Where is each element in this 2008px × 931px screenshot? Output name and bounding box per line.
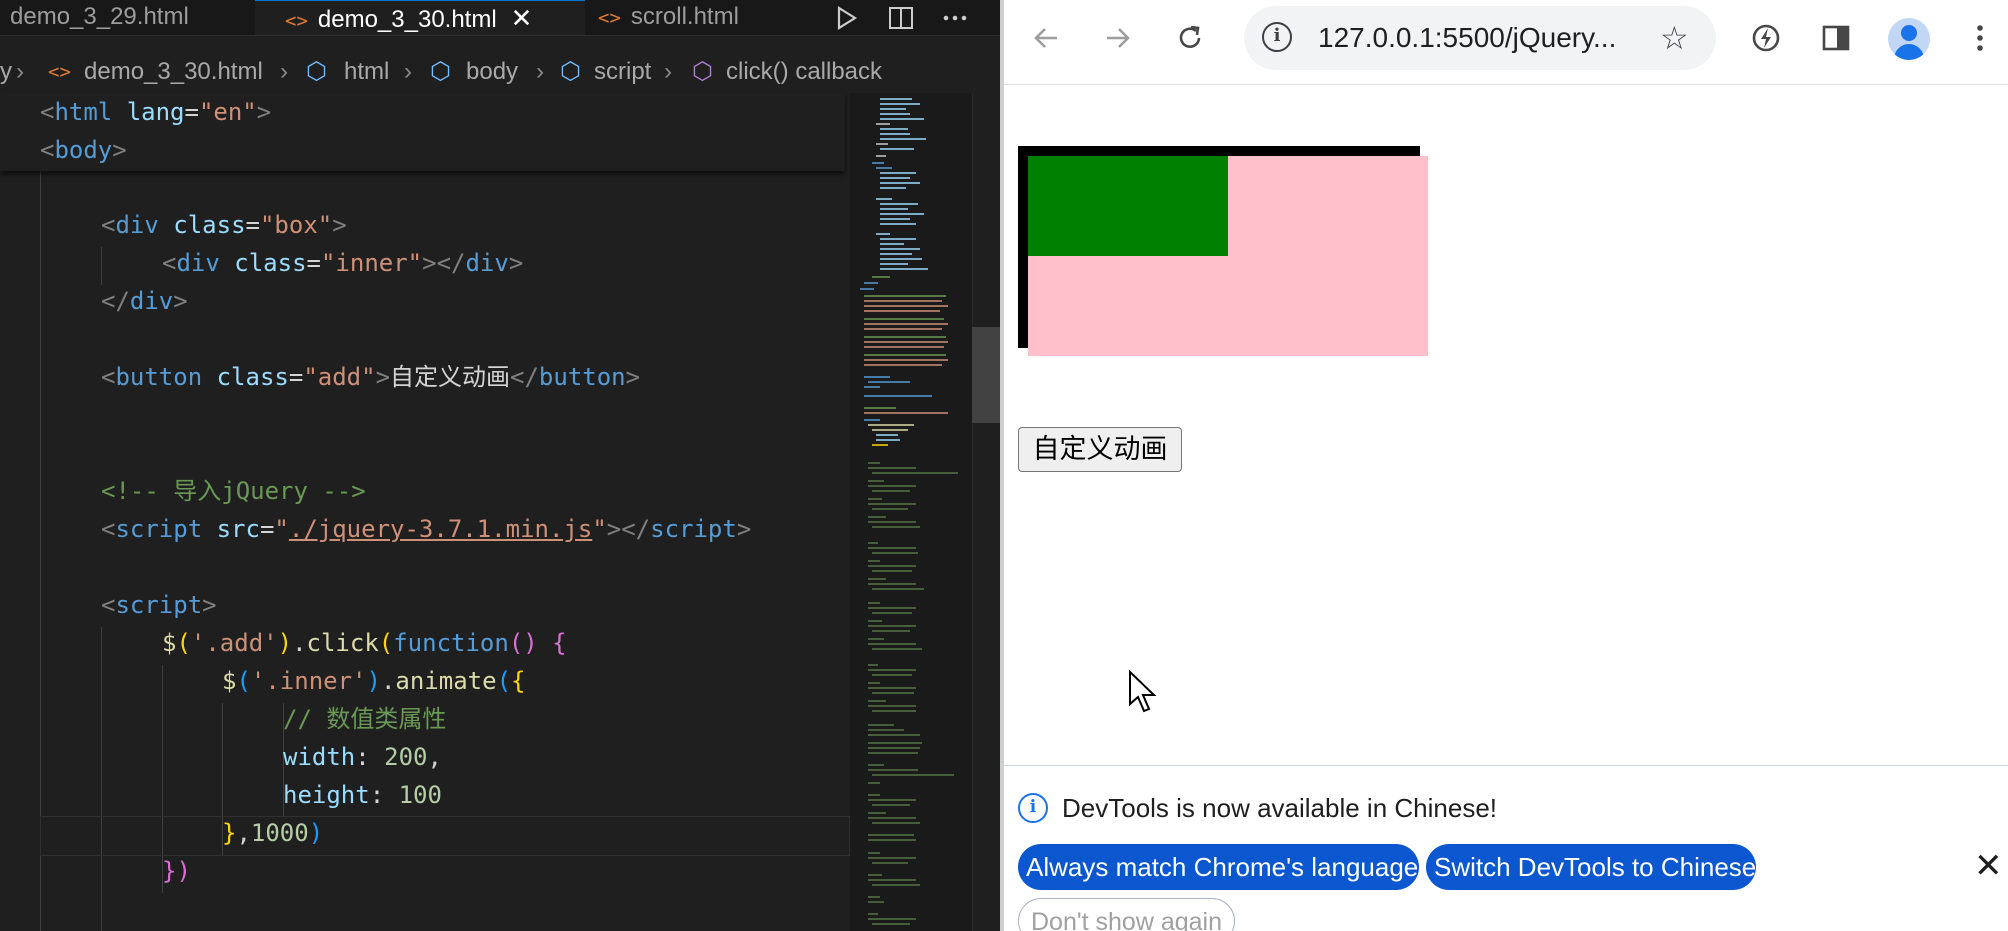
sticky-line-body[interactable]: <body>: [40, 131, 127, 169]
chevron-right-icon: ›: [16, 58, 24, 85]
code-line[interactable]: // 数值类属性: [283, 700, 446, 738]
editor-scrollbar-thumb[interactable]: [972, 327, 1000, 423]
tab-scroll[interactable]: <> scroll.html: [598, 0, 798, 35]
bookmark-star-icon[interactable]: ☆: [1660, 6, 1689, 70]
profile-avatar-icon[interactable]: [1888, 18, 1930, 60]
menu-kebab-icon[interactable]: [1960, 18, 2000, 58]
cube-symbol-icon: ⬡: [430, 58, 451, 85]
code-line[interactable]: <div class="inner"></div>: [162, 244, 523, 282]
box-outer: [1018, 146, 1428, 356]
tab-demo-3-29[interactable]: demo_3_29.html: [0, 0, 265, 35]
breadcrumb-lead: y: [0, 58, 12, 85]
chevron-right-icon: ›: [664, 58, 672, 85]
close-icon[interactable]: ✕: [511, 3, 533, 33]
tab-label: scroll.html: [630, 3, 739, 30]
chevron-right-icon: ›: [536, 58, 544, 85]
editor-tab-bar: demo_3_29.html <> demo_3_30.html ✕ <> scrol…: [0, 0, 1000, 36]
always-match-language-button[interactable]: Always match Chrome's language: [1018, 844, 1419, 890]
html-file-icon: <>: [285, 10, 308, 32]
code-line[interactable]: $('.add').click(function() {: [162, 624, 567, 662]
address-bar[interactable]: i 127.0.0.1:5500/jQuery... ☆: [1244, 6, 1716, 70]
code-line[interactable]: },1000): [222, 814, 323, 852]
tab-demo-3-30[interactable]: <> demo_3_30.html ✕: [255, 0, 585, 35]
code-line[interactable]: height: 100: [283, 776, 442, 814]
tab-label: demo_3_30.html: [317, 6, 497, 33]
close-icon[interactable]: ✕: [1974, 846, 2003, 886]
split-editor-icon[interactable]: [888, 0, 914, 35]
dont-show-again-button[interactable]: Don't show again: [1018, 898, 1236, 931]
mouse-cursor-icon: [1128, 669, 1158, 719]
devtools-language-infobar: i DevTools is now available in Chinese! …: [1004, 765, 2008, 931]
breadcrumb-item-html[interactable]: html: [344, 52, 389, 92]
devtools-message: DevTools is now available in Chinese!: [1062, 793, 1498, 823]
browser-toolbar: i 127.0.0.1:5500/jQuery... ☆: [1004, 0, 2008, 85]
breadcrumb-item-file[interactable]: demo_3_30.html: [84, 52, 263, 92]
info-icon: i: [1018, 793, 1048, 823]
sticky-scroll-header: <html lang="en"> <body>: [0, 93, 845, 171]
code-line[interactable]: <!-- 导入jQuery -->: [101, 472, 366, 510]
html-file-icon: <>: [598, 7, 621, 29]
more-actions-icon[interactable]: [942, 0, 968, 35]
editor-scrollbar-track[interactable]: [972, 93, 1000, 931]
code-line[interactable]: <script src="./jquery-3.7.1.min.js"></sc…: [101, 510, 751, 548]
code-line[interactable]: <button class="add">自定义动画</button>: [101, 358, 640, 396]
browser-window: i 127.0.0.1:5500/jQuery... ☆ 自定义动画 i Dev…: [1004, 0, 2008, 931]
breadcrumb-item-script[interactable]: script: [594, 52, 651, 92]
run-icon[interactable]: [835, 0, 859, 35]
code-line[interactable]: }): [162, 852, 191, 890]
chevron-right-icon: ›: [280, 58, 288, 85]
breadcrumb-item-body[interactable]: body: [466, 52, 518, 92]
code-line[interactable]: <script>: [101, 586, 217, 624]
sticky-line-html[interactable]: <html lang="en">: [40, 93, 271, 131]
method-symbol-icon: ⬡: [692, 58, 713, 85]
code-line[interactable]: width: 200,: [283, 738, 442, 776]
url-text[interactable]: 127.0.0.1:5500/jQuery...: [1318, 6, 1616, 70]
reload-icon[interactable]: [1170, 18, 1210, 58]
current-line-highlight: [40, 816, 850, 856]
chevron-right-icon: ›: [404, 58, 412, 85]
cube-symbol-icon: ⬡: [560, 58, 581, 85]
tab-label: demo_3_29.html: [10, 3, 189, 30]
minimap[interactable]: [850, 93, 972, 931]
custom-animation-button[interactable]: 自定义动画: [1018, 427, 1182, 472]
side-panel-icon[interactable]: [1816, 18, 1856, 58]
back-icon[interactable]: [1026, 18, 1066, 58]
breadcrumb-item-click-callback[interactable]: click() callback: [726, 52, 882, 92]
switch-devtools-chinese-button[interactable]: Switch DevTools to Chinese: [1426, 844, 1756, 890]
inner-green-box: [1028, 156, 1228, 256]
indent-guide: [101, 627, 102, 931]
html-file-icon: <>: [48, 61, 71, 83]
code-line[interactable]: <div class="box">: [101, 206, 347, 244]
indent-guide: [101, 247, 102, 285]
code-line[interactable]: </div>: [101, 282, 188, 320]
cube-symbol-icon: ⬡: [306, 58, 327, 85]
performance-icon[interactable]: [1746, 18, 1786, 58]
vscode-window: demo_3_29.html <> demo_3_30.html ✕ <> scrol…: [0, 0, 1000, 931]
site-info-icon[interactable]: i: [1262, 22, 1292, 52]
code-line[interactable]: $('.inner').animate({: [222, 662, 525, 700]
breadcrumb: y › <> demo_3_30.html › ⬡ html › ⬡ body …: [0, 52, 1000, 92]
forward-icon[interactable]: [1098, 18, 1138, 58]
